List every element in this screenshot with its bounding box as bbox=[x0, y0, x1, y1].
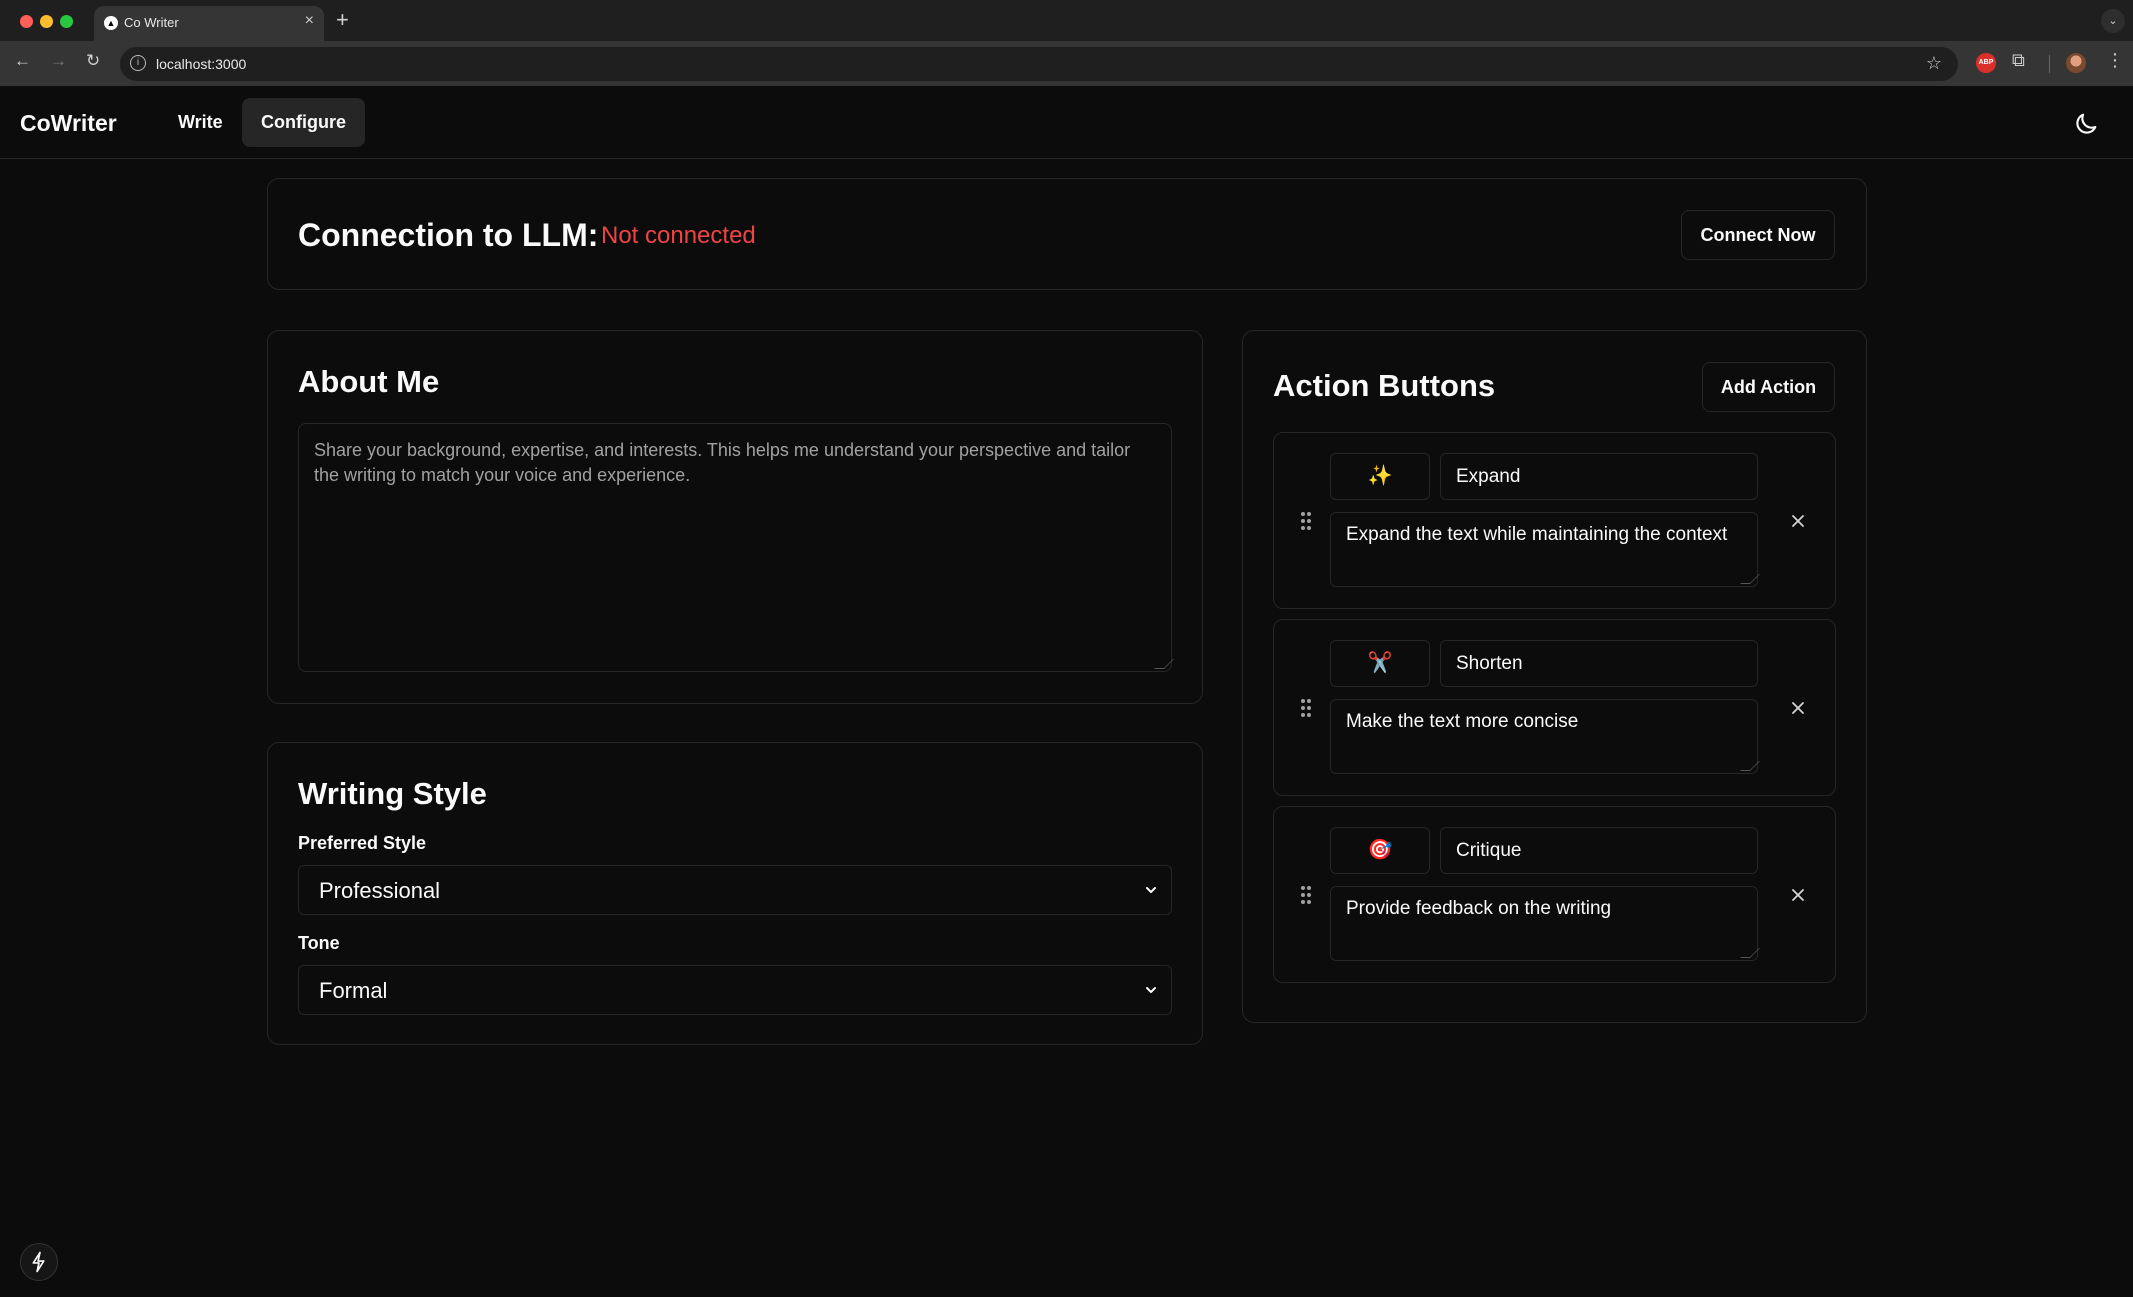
resize-handle[interactable] bbox=[1740, 948, 1760, 958]
action-name-input[interactable]: Expand bbox=[1440, 453, 1758, 500]
preferred-style-value: Professional bbox=[319, 878, 441, 903]
action-prompt-textarea[interactable]: Make the text more concise bbox=[1330, 699, 1760, 774]
close-icon[interactable] bbox=[1782, 692, 1814, 724]
tone-value: Formal bbox=[319, 978, 388, 1003]
browser-tabstrip: ▲ Co Writer × + ⌄ bbox=[0, 0, 2133, 41]
dev-status-button[interactable] bbox=[20, 1243, 58, 1281]
about-me-placeholder: Share your background, expertise, and in… bbox=[314, 440, 1131, 485]
tab-search-icon[interactable]: ⌄ bbox=[2101, 9, 2125, 33]
about-me-textarea[interactable]: Share your background, expertise, and in… bbox=[298, 423, 1174, 672]
grip-vertical-icon[interactable] bbox=[1299, 510, 1313, 532]
action-item-critique: 🎯 Critique Provide feedback on the writi… bbox=[1273, 806, 1836, 983]
nav-configure[interactable]: Configure bbox=[242, 98, 365, 147]
action-name-input[interactable]: Critique bbox=[1440, 827, 1758, 874]
close-icon[interactable] bbox=[1782, 505, 1814, 537]
action-emoji-input[interactable]: ✨ bbox=[1330, 453, 1430, 500]
action-name-input[interactable]: Shorten bbox=[1440, 640, 1758, 687]
add-action-button[interactable]: Add Action bbox=[1702, 362, 1835, 412]
window-close-button[interactable] bbox=[20, 15, 33, 28]
moon-icon[interactable] bbox=[2072, 110, 2100, 138]
app-brand[interactable]: CoWriter bbox=[20, 110, 117, 137]
grip-vertical-icon[interactable] bbox=[1299, 697, 1313, 719]
action-buttons-title: Action Buttons bbox=[1273, 368, 1496, 403]
address-bar[interactable]: i localhost:3000 ☆ bbox=[120, 47, 1958, 81]
action-prompt-text: Expand the text while maintaining the co… bbox=[1346, 524, 1728, 545]
action-emoji-input[interactable]: ✂️ bbox=[1330, 640, 1430, 687]
about-me-card: About Me Share your background, expertis… bbox=[267, 330, 1203, 704]
tone-label: Tone bbox=[298, 933, 340, 953]
grip-vertical-icon[interactable] bbox=[1299, 884, 1313, 906]
profile-avatar[interactable] bbox=[2066, 53, 2086, 73]
reload-icon[interactable]: ↻ bbox=[86, 51, 100, 71]
chevron-down-icon bbox=[1146, 887, 1156, 893]
close-icon[interactable] bbox=[1782, 879, 1814, 911]
action-prompt-textarea[interactable]: Provide feedback on the writing bbox=[1330, 886, 1760, 961]
tone-select[interactable]: Formal bbox=[298, 965, 1172, 1015]
bolt-icon bbox=[32, 1251, 45, 1273]
action-prompt-text: Provide feedback on the writing bbox=[1346, 898, 1612, 919]
bookmark-star-icon[interactable]: ☆ bbox=[1926, 53, 1942, 74]
url-text: localhost:3000 bbox=[156, 56, 247, 72]
adblock-extension-icon[interactable]: ABP bbox=[1976, 53, 1996, 73]
app-header: CoWriter Write Configure bbox=[0, 88, 2133, 159]
favicon-icon: ▲ bbox=[104, 16, 118, 30]
connection-status: Not connected bbox=[601, 222, 756, 249]
window-zoom-button[interactable] bbox=[60, 15, 73, 28]
preferred-style-label: Preferred Style bbox=[298, 833, 427, 853]
forward-icon[interactable]: → bbox=[50, 51, 67, 71]
action-prompt-textarea[interactable]: Expand the text while maintaining the co… bbox=[1330, 512, 1760, 587]
browser-menu-icon[interactable]: ⋮ bbox=[2106, 50, 2124, 71]
action-item-expand: ✨ Expand Expand the text while maintaini… bbox=[1273, 432, 1836, 609]
connection-label: Connection to LLM: bbox=[298, 217, 599, 253]
site-info-icon[interactable]: i bbox=[130, 55, 146, 71]
resize-handle[interactable] bbox=[1154, 659, 1174, 669]
browser-tab[interactable]: ▲ Co Writer × bbox=[94, 6, 324, 41]
tab-close-icon[interactable]: × bbox=[305, 12, 314, 30]
about-me-title: About Me bbox=[298, 364, 440, 399]
resize-handle[interactable] bbox=[1740, 761, 1760, 771]
chevron-down-icon bbox=[1146, 987, 1156, 993]
preferred-style-select[interactable]: Professional bbox=[298, 865, 1172, 915]
new-tab-icon[interactable]: + bbox=[336, 7, 349, 33]
nav-write[interactable]: Write bbox=[159, 98, 242, 147]
action-prompt-text: Make the text more concise bbox=[1346, 711, 1579, 732]
back-icon[interactable]: ← bbox=[14, 51, 31, 71]
action-buttons-card: Action Buttons Add Action ✨ Expand Expan… bbox=[1242, 330, 1867, 1023]
window-minimize-button[interactable] bbox=[40, 15, 53, 28]
extensions-icon[interactable]: ⧉ bbox=[2012, 50, 2025, 71]
tab-title: Co Writer bbox=[124, 15, 179, 30]
toolbar-divider bbox=[2049, 55, 2050, 73]
connect-now-button[interactable]: Connect Now bbox=[1681, 210, 1835, 260]
writing-style-card: Writing Style Preferred Style Profession… bbox=[267, 742, 1203, 1045]
action-item-shorten: ✂️ Shorten Make the text more concise bbox=[1273, 619, 1836, 796]
browser-toolbar: ← → ↻ i localhost:3000 ☆ ABP ⧉ ⋮ bbox=[0, 41, 2133, 87]
action-emoji-input[interactable]: 🎯 bbox=[1330, 827, 1430, 874]
connection-card: Connection to LLM: Not connected Connect… bbox=[267, 178, 1867, 290]
writing-style-title: Writing Style bbox=[298, 776, 487, 811]
resize-handle[interactable] bbox=[1740, 574, 1760, 584]
